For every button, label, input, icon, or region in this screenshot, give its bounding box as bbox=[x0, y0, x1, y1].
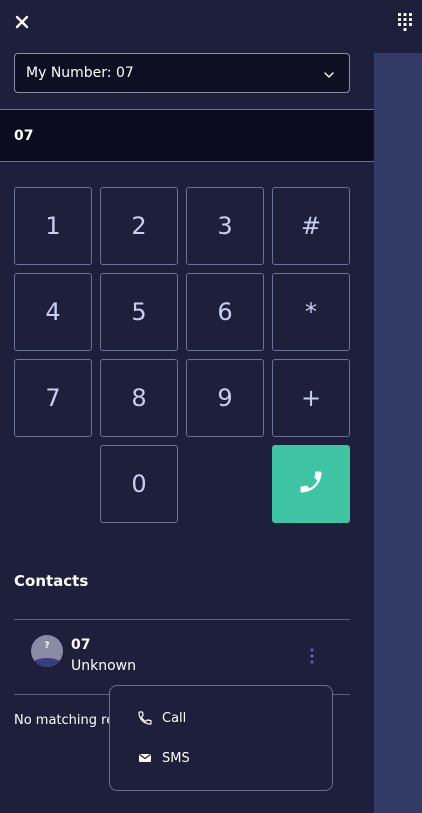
keypad-key-4[interactable]: 4 bbox=[14, 273, 92, 351]
contact-name: 07 bbox=[71, 637, 91, 653]
call-button[interactable] bbox=[272, 445, 350, 523]
chevron-down-icon bbox=[323, 68, 335, 78]
menu-item-sms[interactable]: SMS bbox=[110, 741, 332, 775]
keypad-key-plus[interactable]: + bbox=[272, 359, 350, 437]
side-panel-background bbox=[374, 53, 422, 813]
avatar-placeholder-glyph: ? bbox=[44, 641, 50, 651]
no-matching-results-text: No matching re bbox=[14, 713, 110, 728]
menu-item-call[interactable]: Call bbox=[110, 701, 332, 735]
keypad-key-1[interactable]: 1 bbox=[14, 187, 92, 265]
keypad-key-3[interactable]: 3 bbox=[186, 187, 264, 265]
envelope-icon bbox=[137, 750, 153, 766]
avatar-silhouette bbox=[31, 658, 63, 667]
menu-item-sms-label: SMS bbox=[162, 750, 190, 766]
phone-icon bbox=[297, 468, 325, 500]
my-number-label: My Number: 07 bbox=[26, 65, 134, 81]
phone-outline-icon bbox=[137, 710, 153, 726]
my-number-select[interactable]: My Number: 07 bbox=[14, 53, 350, 93]
contact-context-menu: Call SMS bbox=[109, 685, 333, 791]
contact-status: Unknown bbox=[71, 658, 136, 674]
keypad-key-2[interactable]: 2 bbox=[100, 187, 178, 265]
keypad-key-star[interactable]: * bbox=[272, 273, 350, 351]
close-icon[interactable] bbox=[12, 12, 32, 32]
keypad-key-7[interactable]: 7 bbox=[14, 359, 92, 437]
dialed-number-display[interactable]: 07 bbox=[0, 109, 374, 162]
keypad-key-6[interactable]: 6 bbox=[186, 273, 264, 351]
keypad-key-5[interactable]: 5 bbox=[100, 273, 178, 351]
keypad-key-0[interactable]: 0 bbox=[100, 445, 178, 523]
dialed-number-value: 07 bbox=[14, 127, 34, 144]
dialpad-grid-icon[interactable] bbox=[397, 12, 413, 34]
avatar: ? bbox=[31, 635, 63, 667]
menu-item-call-label: Call bbox=[162, 710, 187, 726]
keypad-key-9[interactable]: 9 bbox=[186, 359, 264, 437]
dialer-panel: My Number: 07 07 1 2 3 # 4 5 6 * 7 8 9 +… bbox=[0, 0, 422, 813]
keypad-key-hash[interactable]: # bbox=[272, 187, 350, 265]
more-options-icon[interactable] bbox=[307, 647, 317, 667]
keypad-key-8[interactable]: 8 bbox=[100, 359, 178, 437]
contact-list-item[interactable]: ? 07 Unknown bbox=[14, 620, 350, 694]
contacts-heading: Contacts bbox=[14, 572, 89, 590]
